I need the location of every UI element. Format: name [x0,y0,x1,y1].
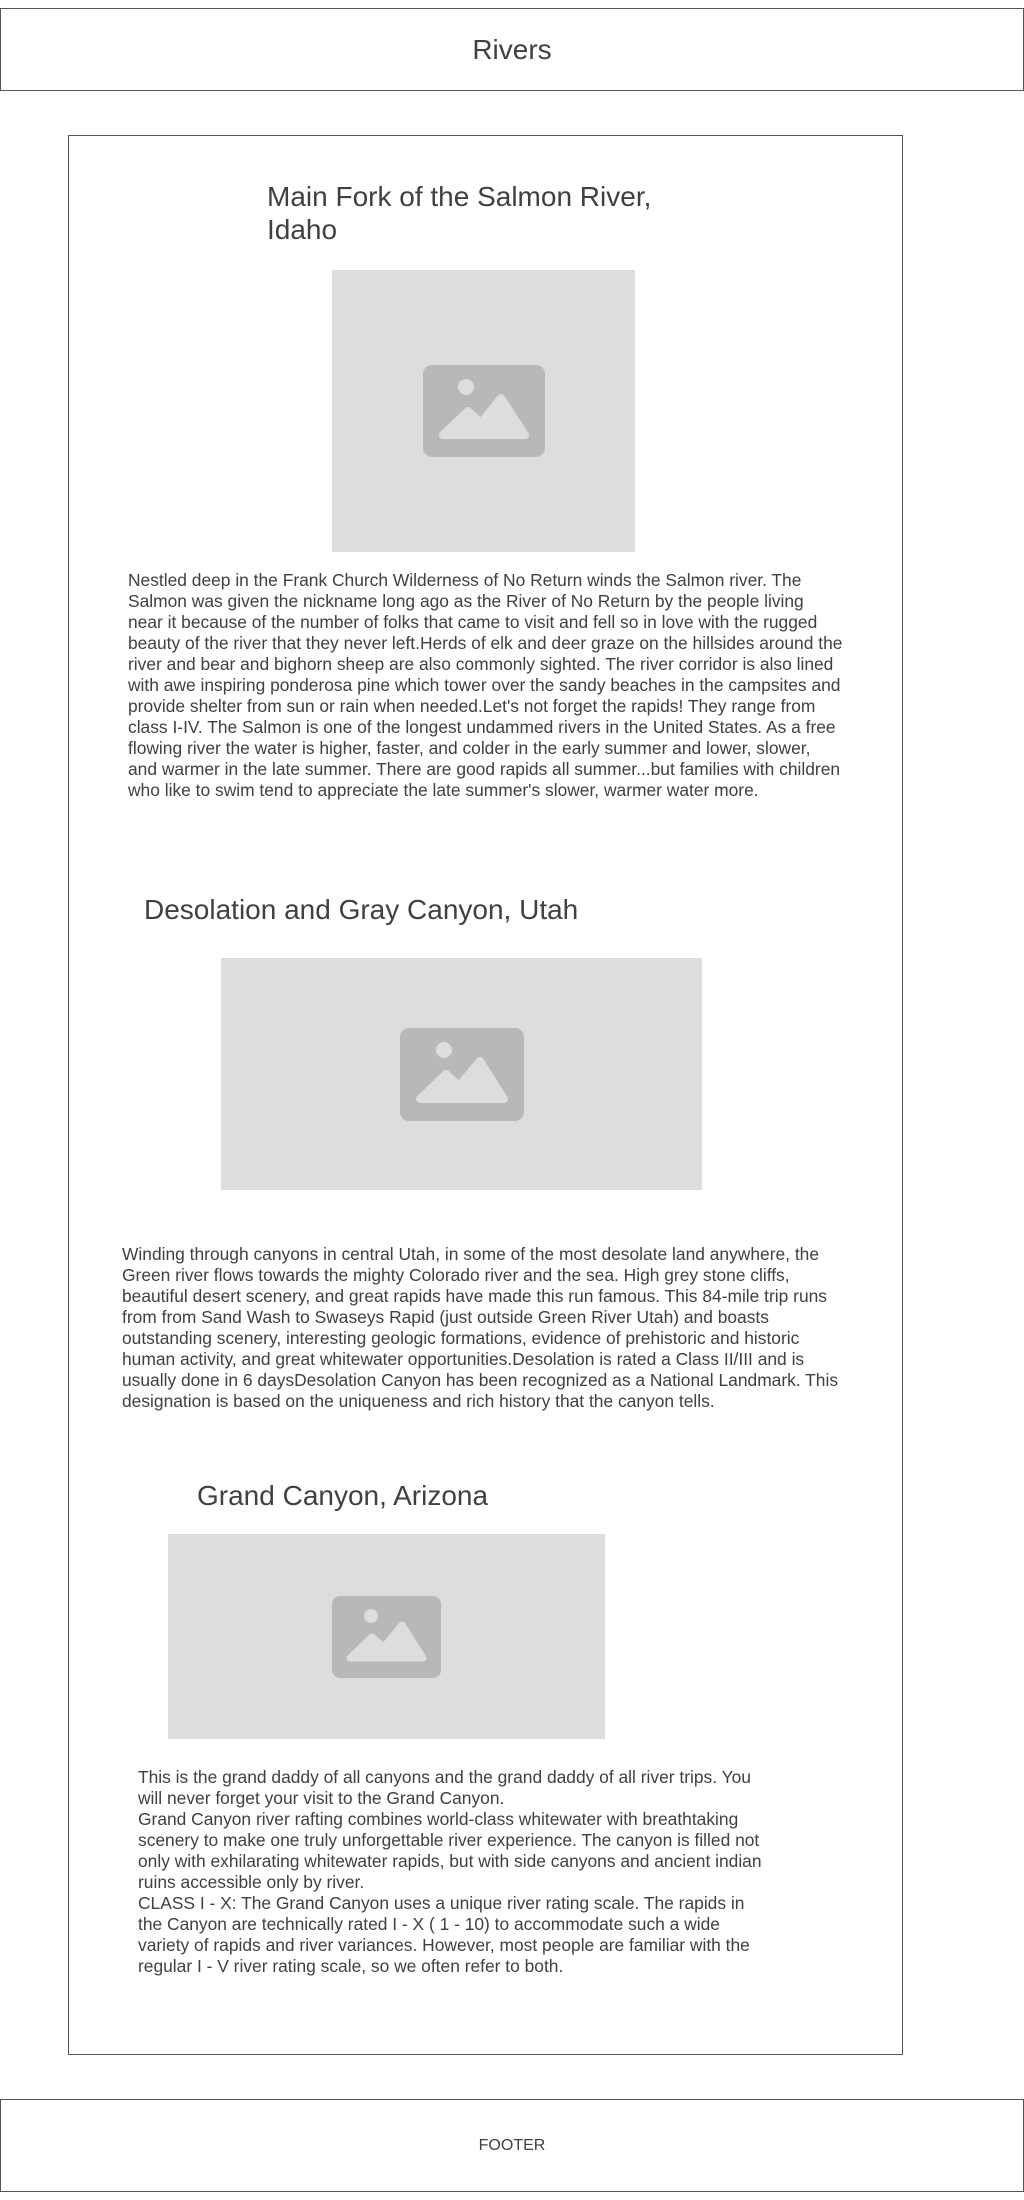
section-text-desolation-canyon: Winding through canyons in central Utah,… [122,1244,839,1411]
section-text-salmon-river: Nestled deep in the Frank Church Wildern… [128,570,843,800]
section-image-desolation-canyon [221,958,702,1190]
section-image-grand-canyon [168,1534,605,1739]
page-header: Rivers [0,8,1024,91]
section-title-grand-canyon: Grand Canyon, Arizona [197,1480,489,1511]
section-title-salmon-river: Main Fork of the Salmon River, Idaho [267,181,652,245]
footer-label: FOOTER [478,2136,546,2154]
image-placeholder-icon [399,1027,524,1121]
main-content: Main Fork of the Salmon River, Idaho Nes… [68,135,903,2055]
section-image-salmon-river [332,270,635,552]
image-placeholder-icon [422,365,545,457]
page-footer: FOOTER [0,2099,1024,2192]
section-text-grand-canyon: This is the grand daddy of all canyons a… [138,1767,762,1976]
section-title-desolation-canyon: Desolation and Gray Canyon, Utah [144,894,579,925]
page-title: Rivers [472,33,552,65]
image-placeholder-icon [332,1595,441,1678]
